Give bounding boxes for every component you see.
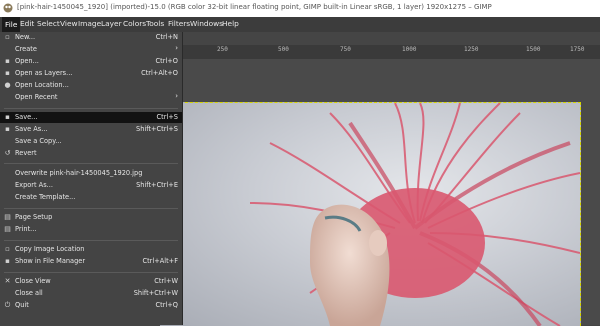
menu-item-label: Export As... — [15, 181, 53, 189]
layers-icon: ▪ — [5, 69, 10, 77]
menu-separator — [4, 163, 178, 164]
ruler-label: 1000 — [402, 46, 417, 53]
menu-item-label: Revert — [15, 149, 37, 157]
menu-item-new[interactable]: ▫ New... Ctrl+N — [0, 32, 182, 43]
menu-item-create-template[interactable]: Create Template... — [0, 192, 182, 203]
menu-item-open-as-layers[interactable]: ▪ Open as Layers... Ctrl+Alt+O — [0, 68, 182, 79]
menu-item-shortcut: Ctrl+S — [156, 113, 178, 121]
menu-item-show-in-file-manager[interactable]: ▪ Show in File Manager Ctrl+Alt+F — [0, 256, 182, 267]
pink-hair-photo — [249, 103, 580, 326]
menu-item-label: Copy Image Location — [15, 245, 85, 253]
menu-item-copy-image-location[interactable]: ▫ Copy Image Location — [0, 244, 182, 255]
location-icon: ● — [4, 81, 11, 89]
menu-item-label: Save... — [15, 113, 38, 121]
ruler-label: 500 — [278, 46, 289, 53]
submenu-arrow-icon: › — [175, 44, 178, 52]
menu-item-label: Page Setup — [15, 213, 53, 221]
ruler-label: 250 — [217, 46, 228, 53]
menu-item-create[interactable]: Create › — [0, 44, 182, 55]
menu-item-shortcut: Ctrl+Alt+O — [141, 69, 178, 77]
menu-item-shortcut: Ctrl+Alt+F — [142, 257, 178, 265]
title-bar: [pink-hair-1450045_1920] (imported)-15.0… — [0, 0, 600, 18]
menu-item-shortcut: Shift+Ctrl+W — [133, 289, 178, 297]
new-file-icon: ▫ — [5, 33, 10, 41]
menu-item-shortcut: Ctrl+W — [154, 277, 178, 285]
menu-item-label: Show in File Manager — [15, 257, 86, 265]
menu-layer[interactable]: Layer — [101, 19, 122, 28]
close-icon: ✕ — [4, 277, 11, 285]
menu-colors[interactable]: Colors — [123, 19, 146, 28]
ruler-label: 1500 — [526, 46, 541, 53]
submenu-arrow-icon: › — [175, 92, 178, 100]
menu-item-label: Print... — [15, 225, 37, 233]
menu-item-export-as[interactable]: Export As... Shift+Ctrl+E — [0, 180, 182, 191]
print-icon: ▤ — [4, 225, 11, 233]
menu-image[interactable]: Image — [78, 19, 101, 28]
menu-item-label: Overwrite pink-hair-1450045_1920.jpg — [15, 169, 143, 177]
menu-item-close-view[interactable]: ✕ Close View Ctrl+W — [0, 276, 182, 287]
menu-item-shortcut: Ctrl+N — [155, 33, 178, 41]
file-menu-dropdown: ▫ New... Ctrl+N Create › ▪ Open... Ctrl+… — [0, 32, 183, 325]
menu-select[interactable]: Select — [37, 19, 60, 28]
menu-item-label: Close View — [15, 277, 51, 285]
menu-item-quit[interactable]: ⏻ Quit Ctrl+Q — [0, 300, 182, 311]
menu-item-open-location[interactable]: ● Open Location... — [0, 80, 182, 91]
menu-item-label: Create — [15, 45, 37, 53]
menu-item-overwrite[interactable]: Overwrite pink-hair-1450045_1920.jpg — [0, 168, 182, 179]
menu-item-close-all[interactable]: Close all Shift+Ctrl+W — [0, 288, 182, 299]
menu-item-label: Open Recent — [15, 93, 58, 101]
menu-item-label: Create Template... — [15, 193, 76, 201]
menu-separator — [4, 108, 178, 109]
revert-icon: ↺ — [4, 149, 11, 157]
ruler-label: 1250 — [464, 46, 479, 53]
menu-separator — [4, 208, 178, 209]
menu-item-shortcut: Shift+Ctrl+E — [136, 181, 178, 189]
file-manager-icon: ▪ — [5, 257, 10, 265]
copy-icon: ▫ — [5, 245, 10, 253]
menu-item-shortcut: Ctrl+O — [155, 57, 178, 65]
menu-item-label: Open... — [15, 57, 39, 65]
menu-item-label: Save As... — [15, 125, 48, 133]
save-as-icon: ▪ — [5, 125, 10, 133]
menu-item-label: Open as Layers... — [15, 69, 73, 77]
quit-icon: ⏻ — [4, 301, 11, 309]
menu-edit[interactable]: Edit — [20, 19, 34, 28]
menu-view[interactable]: View — [60, 19, 78, 28]
menu-separator — [4, 240, 178, 241]
horizontal-ruler[interactable]: 250 500 750 1000 1250 1500 1750 — [180, 45, 600, 60]
menu-separator — [4, 272, 178, 273]
page-setup-icon: ▤ — [4, 213, 11, 221]
menu-item-label: New... — [15, 33, 36, 41]
open-folder-icon: ▪ — [5, 57, 10, 65]
ruler-label: 1750 — [570, 46, 585, 53]
menu-item-save-copy[interactable]: Save a Copy... — [0, 136, 182, 147]
menu-file[interactable]: File — [2, 17, 21, 32]
menu-filters[interactable]: Filters — [168, 19, 190, 28]
menu-item-print[interactable]: ▤ Print... — [0, 224, 182, 235]
menu-item-save[interactable]: ▪ Save... Ctrl+S — [0, 112, 182, 123]
menu-item-open[interactable]: ▪ Open... Ctrl+O — [0, 56, 182, 67]
menu-item-shortcut: Shift+Ctrl+S — [136, 125, 178, 133]
menu-bar: File Edit Select View Image Layer Colors… — [0, 17, 600, 32]
save-icon: ▪ — [5, 113, 10, 121]
image-layer[interactable] — [160, 102, 581, 326]
gimp-logo-icon — [3, 3, 13, 13]
menu-item-label: Save a Copy... — [15, 137, 62, 145]
menu-item-label: Quit — [15, 301, 29, 309]
menu-item-revert[interactable]: ↺ Revert — [0, 148, 182, 159]
window-title: [pink-hair-1450045_1920] (imported)-15.0… — [17, 3, 492, 11]
ruler-label: 750 — [340, 46, 351, 53]
menu-item-save-as[interactable]: ▪ Save As... Shift+Ctrl+S — [0, 124, 182, 135]
menu-help[interactable]: Help — [222, 19, 239, 28]
menu-item-label: Close all — [15, 289, 43, 297]
menu-windows[interactable]: Windows — [190, 19, 223, 28]
menu-item-shortcut: Ctrl+Q — [155, 301, 178, 309]
menu-tools[interactable]: Tools — [146, 19, 164, 28]
menu-item-page-setup[interactable]: ▤ Page Setup — [0, 212, 182, 223]
menu-item-label: Open Location... — [15, 81, 69, 89]
menu-item-open-recent[interactable]: Open Recent › — [0, 92, 182, 103]
